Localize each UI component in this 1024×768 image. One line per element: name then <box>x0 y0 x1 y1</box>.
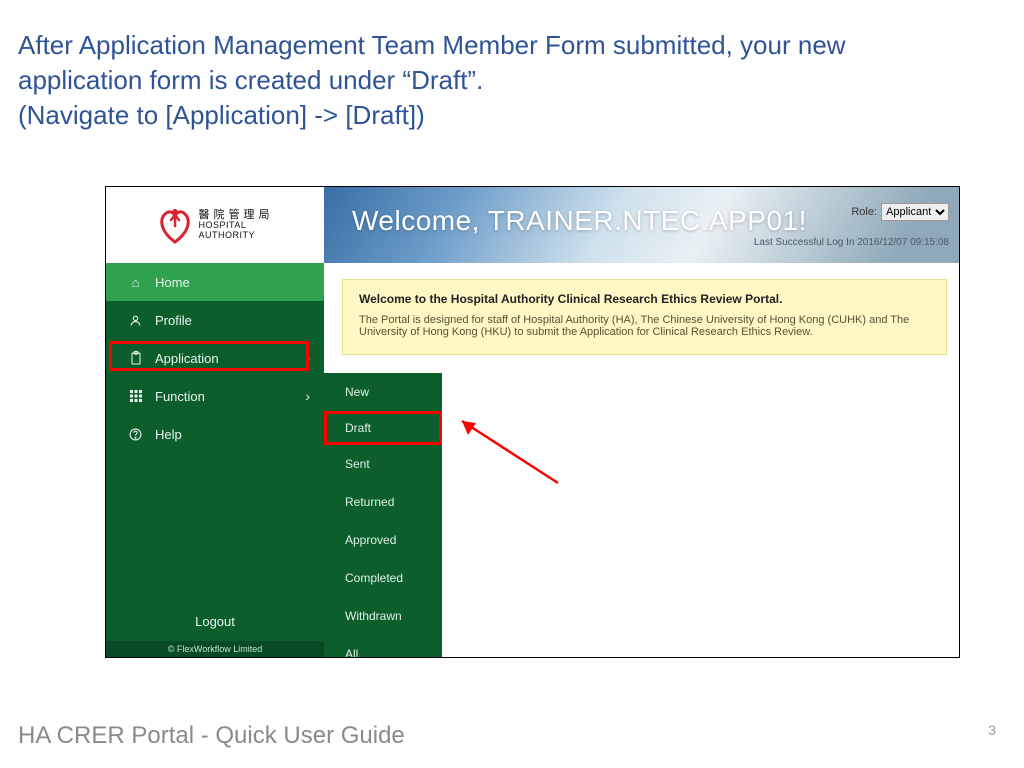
submenu-completed-label: Completed <box>345 571 403 585</box>
page-number: 3 <box>988 722 996 738</box>
submenu-all-label: All <box>345 647 358 658</box>
submenu-sent[interactable]: Sent <box>324 445 442 483</box>
nav-application[interactable]: Application › <box>106 339 324 377</box>
slide-heading: After Application Management Team Member… <box>0 0 970 133</box>
submenu-draft-label: Draft <box>345 421 371 435</box>
chevron-right-icon: › <box>305 388 310 404</box>
heading-line-2: (Navigate to [Application] -> [Draft]) <box>18 98 950 133</box>
heading-line-1: After Application Management Team Member… <box>18 28 950 98</box>
role-label: Role: <box>851 206 877 218</box>
last-login-text: Last Successful Log In 2016/12/07 09:15:… <box>754 237 949 248</box>
sidebar: ⌂ Home Profile Application › Function › <box>106 263 324 657</box>
submenu-approved-label: Approved <box>345 533 396 547</box>
clipboard-icon <box>128 351 143 365</box>
logout-label: Logout <box>195 614 235 629</box>
submenu-withdrawn-label: Withdrawn <box>345 609 402 623</box>
role-selector-group: Role: Applicant <box>851 203 949 221</box>
profile-icon <box>128 314 143 327</box>
banner: Welcome, TRAINER.NTEC.APP01! Role: Appli… <box>324 187 959 263</box>
submenu-returned-label: Returned <box>345 495 394 509</box>
nav-help[interactable]: Help <box>106 415 324 453</box>
welcome-panel-title: Welcome to the Hospital Authority Clinic… <box>359 292 930 306</box>
nav-home-label: Home <box>155 275 190 290</box>
submenu-sent-label: Sent <box>345 457 370 471</box>
nav-application-label: Application <box>155 351 219 366</box>
nav-profile[interactable]: Profile <box>106 301 324 339</box>
annotation-arrow <box>448 413 568 493</box>
nav-home[interactable]: ⌂ Home <box>106 263 324 301</box>
grid-icon <box>128 390 143 402</box>
logo-text: 醫院管理局 HOSPITAL AUTHORITY <box>199 209 274 241</box>
help-icon <box>128 428 143 441</box>
portal-screenshot: 醫院管理局 HOSPITAL AUTHORITY Welcome, TRAINE… <box>105 186 960 658</box>
home-icon: ⌂ <box>128 275 143 290</box>
nav-function-label: Function <box>155 389 205 404</box>
role-select[interactable]: Applicant <box>881 203 949 221</box>
submenu-draft[interactable]: Draft <box>324 411 442 445</box>
welcome-panel: Welcome to the Hospital Authority Clinic… <box>342 279 947 355</box>
ha-logo-icon <box>157 206 193 244</box>
chevron-right-icon: › <box>305 350 310 366</box>
copyright-text: © FlexWorkflow Limited <box>106 641 324 657</box>
submenu-new-label: New <box>345 385 369 399</box>
logo-en-2: AUTHORITY <box>199 231 274 241</box>
slide-footer: HA CRER Portal - Quick User Guide <box>18 722 405 750</box>
submenu-all[interactable]: All <box>324 635 442 658</box>
submenu-returned[interactable]: Returned <box>324 483 442 521</box>
submenu-completed[interactable]: Completed <box>324 559 442 597</box>
nav-help-label: Help <box>155 427 182 442</box>
submenu-approved[interactable]: Approved <box>324 521 442 559</box>
nav-function[interactable]: Function › <box>106 377 324 415</box>
application-submenu: New Draft Sent Returned Approved Complet… <box>324 373 442 658</box>
nav-profile-label: Profile <box>155 313 192 328</box>
logout-button[interactable]: Logout <box>106 604 324 639</box>
submenu-withdrawn[interactable]: Withdrawn <box>324 597 442 635</box>
welcome-panel-body: The Portal is designed for staff of Hosp… <box>359 314 930 338</box>
submenu-new[interactable]: New <box>324 373 442 411</box>
logo-block: 醫院管理局 HOSPITAL AUTHORITY <box>106 187 324 263</box>
